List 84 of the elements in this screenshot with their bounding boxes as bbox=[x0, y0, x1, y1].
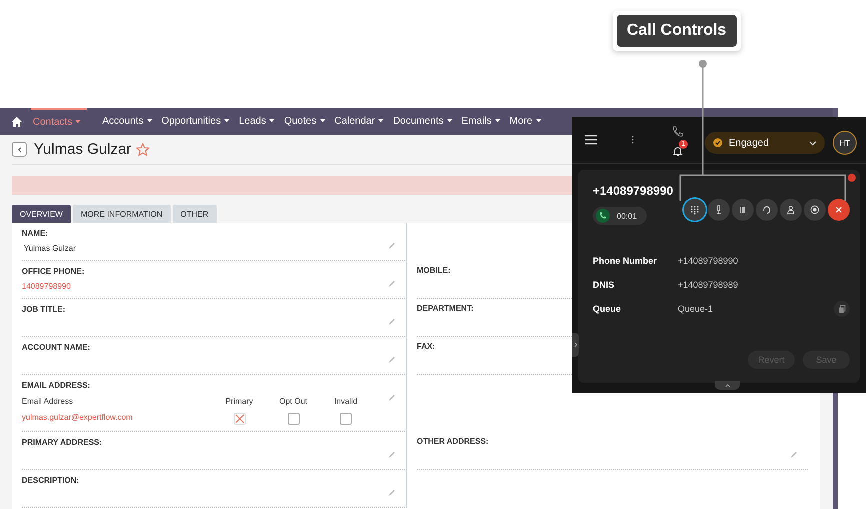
info-value: +14089798990 bbox=[678, 256, 738, 266]
caret-icon bbox=[536, 119, 542, 124]
info-value: +14089798989 bbox=[678, 280, 738, 290]
caret-icon bbox=[320, 119, 326, 124]
caret-icon bbox=[378, 119, 384, 124]
field-label: DESCRIPTION: bbox=[22, 476, 80, 485]
record-icon bbox=[810, 205, 820, 215]
phone-link[interactable]: 14089798990 bbox=[22, 282, 71, 291]
tab[interactable]: MORE INFORMATION bbox=[72, 205, 171, 223]
pause-icon bbox=[738, 205, 748, 215]
favorite-star-icon[interactable] bbox=[136, 142, 150, 156]
field-label: MOBILE: bbox=[417, 266, 451, 275]
field-label: JOB TITLE: bbox=[22, 305, 66, 314]
caret-icon bbox=[269, 119, 276, 124]
tab[interactable]: OTHER bbox=[172, 205, 217, 223]
menu-icon[interactable] bbox=[585, 135, 597, 145]
caret-icon bbox=[224, 119, 230, 124]
chevron-left-icon bbox=[16, 146, 22, 152]
record-title: Yulmas Gulzar bbox=[34, 141, 132, 158]
column-header: Opt Out bbox=[278, 397, 308, 406]
user-avatar[interactable]: HT bbox=[833, 131, 857, 155]
info-label: Queue bbox=[593, 304, 622, 314]
caret-icon bbox=[75, 120, 82, 124]
tab[interactable]: OVERVIEW bbox=[12, 205, 71, 223]
checkbox[interactable] bbox=[340, 413, 352, 425]
bell-icon[interactable] bbox=[672, 146, 684, 158]
end-call-button[interactable] bbox=[828, 199, 850, 221]
microphone-icon bbox=[714, 205, 724, 215]
keypad-icon bbox=[690, 205, 700, 215]
field-label: PRIMARY ADDRESS: bbox=[22, 438, 102, 447]
field-label: OFFICE PHONE: bbox=[22, 267, 85, 276]
nav-menu-item[interactable]: Quotes bbox=[284, 108, 326, 135]
keypad-button[interactable] bbox=[684, 199, 706, 221]
consult-button[interactable] bbox=[756, 199, 778, 221]
hold-button[interactable] bbox=[732, 199, 754, 221]
record-button[interactable] bbox=[804, 199, 826, 221]
collapse-tab[interactable] bbox=[715, 381, 740, 390]
column-header: Primary bbox=[224, 397, 254, 406]
status-dropdown[interactable]: Engaged bbox=[705, 132, 825, 154]
caret-icon bbox=[146, 119, 153, 124]
headset-icon bbox=[762, 205, 772, 215]
transfer-button[interactable] bbox=[780, 199, 802, 221]
field-label: EMAIL ADDRESS: bbox=[22, 381, 90, 390]
nav-menu-item[interactable]: Documents bbox=[393, 108, 453, 135]
column-header: Invalid bbox=[333, 397, 359, 406]
nav-menu-item[interactable]: Opportunities bbox=[162, 108, 230, 135]
chevron-down-icon bbox=[809, 140, 817, 146]
nav-menu-item[interactable]: More bbox=[510, 108, 542, 135]
caret-icon bbox=[494, 119, 501, 124]
field-label: DEPARTMENT: bbox=[417, 304, 474, 313]
caret-icon bbox=[446, 119, 453, 124]
marker-dot bbox=[848, 174, 856, 182]
checkbox[interactable] bbox=[288, 413, 300, 425]
phone-icon bbox=[596, 209, 610, 223]
expand-tab[interactable] bbox=[572, 333, 579, 357]
timer-text: 00:01 bbox=[617, 212, 638, 220]
field-value: Yulmas Gulzar bbox=[23, 244, 76, 253]
info-label: Phone Number bbox=[593, 256, 658, 266]
chevron-right-icon bbox=[574, 342, 578, 348]
caller-number: +14089798990 bbox=[593, 184, 674, 198]
check-circle-icon bbox=[713, 138, 723, 148]
info-value: Queue-1 bbox=[678, 304, 714, 314]
field-label: FAX: bbox=[417, 342, 436, 351]
close-icon bbox=[834, 205, 844, 215]
field-label: ACCOUNT NAME: bbox=[22, 343, 90, 352]
back-button[interactable] bbox=[12, 142, 27, 157]
column-header: Email Address bbox=[22, 397, 74, 406]
nav-menu-item[interactable]: Emails bbox=[462, 108, 501, 135]
copy-icon bbox=[838, 304, 846, 314]
field-label: OTHER ADDRESS: bbox=[417, 437, 489, 446]
copy-button[interactable] bbox=[834, 301, 850, 317]
checkbox[interactable] bbox=[234, 413, 246, 425]
mute-button[interactable] bbox=[708, 199, 730, 221]
callout-label: Call Controls bbox=[617, 15, 737, 47]
person-icon bbox=[786, 205, 796, 215]
info-label: DNIS bbox=[593, 280, 616, 290]
field-label: NAME: bbox=[22, 229, 48, 238]
email-link[interactable]: yulmas.gulzar@expertflow.com bbox=[22, 413, 133, 425]
nav-menu-item[interactable]: Accounts bbox=[102, 108, 153, 135]
chevron-up-icon bbox=[724, 384, 730, 388]
nav-menu-item[interactable]: Calendar bbox=[334, 108, 384, 135]
phone-icon[interactable] bbox=[672, 126, 684, 138]
nav-menu-item[interactable]: Leads bbox=[239, 108, 276, 135]
home-icon[interactable] bbox=[11, 116, 23, 128]
